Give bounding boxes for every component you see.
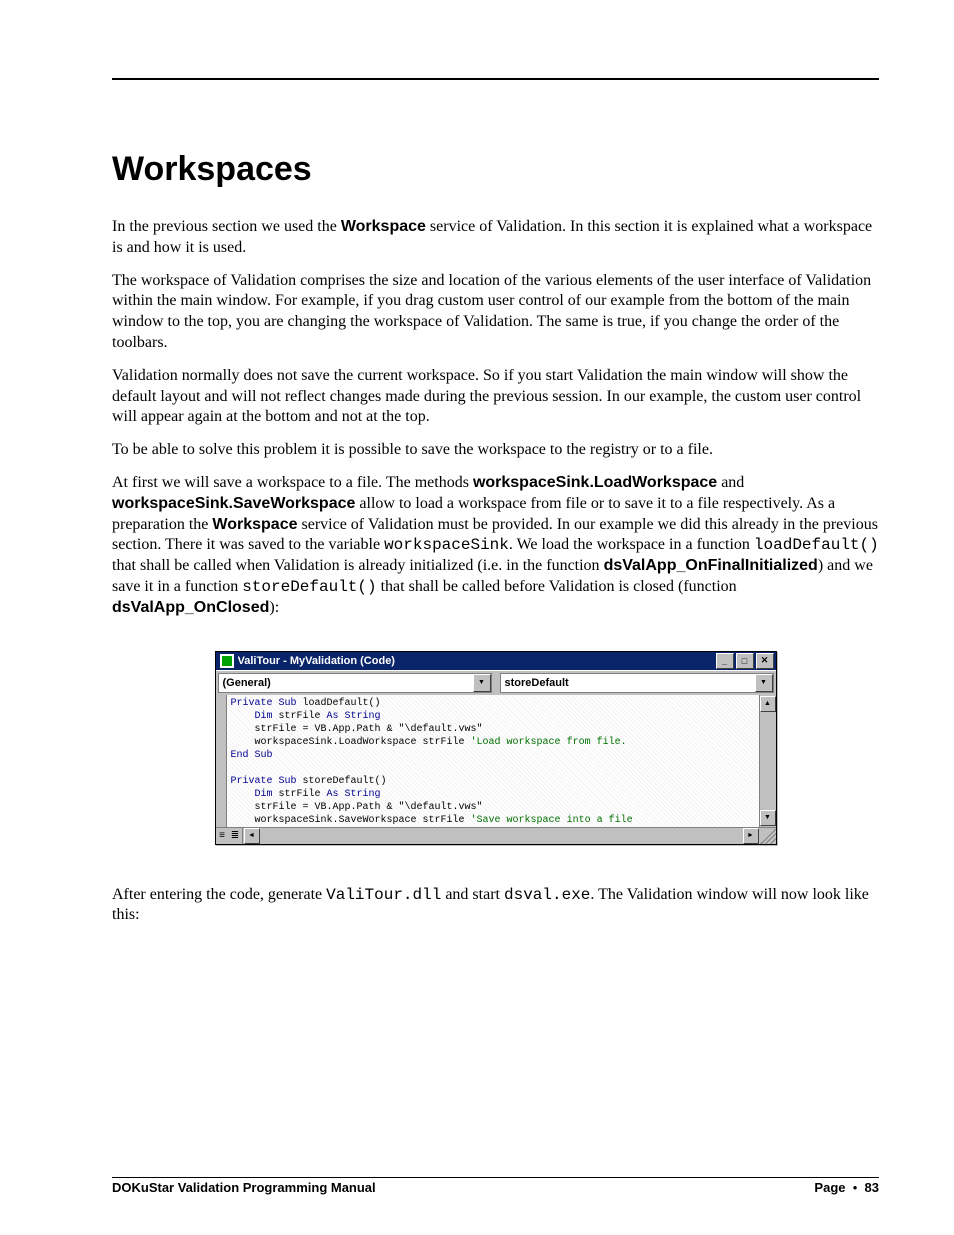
proc-view-icon[interactable]: ≡ xyxy=(216,828,229,844)
minimize-button[interactable]: _ xyxy=(716,653,734,669)
bold-term: workspaceSink.SaveWorkspace xyxy=(112,495,355,512)
resize-grip[interactable] xyxy=(760,828,776,844)
bold-term: Workspace xyxy=(341,218,426,235)
text: and start xyxy=(441,886,504,903)
page: Workspaces In the previous section we us… xyxy=(0,0,954,1235)
object-dropdown-text: (General) xyxy=(219,677,473,689)
text: After entering the code, generate xyxy=(112,886,326,903)
text: and xyxy=(717,474,744,491)
footer-right: Page • 83 xyxy=(814,1180,879,1195)
text: At first we will save a workspace to a f… xyxy=(112,474,473,491)
page-title: Workspaces xyxy=(112,150,879,189)
object-dropdown[interactable]: (General) ▼ xyxy=(218,673,492,693)
code-text: storeDefault() xyxy=(297,776,387,787)
keyword: Private Sub xyxy=(231,698,297,709)
bold-term: dsValApp_OnClosed xyxy=(112,599,269,616)
scroll-left-button[interactable]: ◄ xyxy=(244,828,260,844)
maximize-button[interactable]: □ xyxy=(736,653,754,669)
comment: 'Load workspace from file. xyxy=(471,737,627,748)
dropdown-row: (General) ▼ storeDefault ▼ xyxy=(216,670,776,695)
paragraph-1: In the previous section we used the Work… xyxy=(112,217,879,259)
scroll-down-button[interactable]: ▼ xyxy=(760,810,776,826)
horizontal-scrollbar[interactable]: ◄ ► xyxy=(243,828,760,844)
code-gutter xyxy=(216,695,227,827)
code-text: workspaceSink.LoadWorkspace strFile xyxy=(231,737,471,748)
paragraph-5: At first we will save a workspace to a f… xyxy=(112,473,879,619)
footer-row: DOKuStar Validation Programming Manual P… xyxy=(112,1178,879,1195)
bold-term: dsValApp_OnFinalInitialized xyxy=(604,557,818,574)
keyword: As String xyxy=(327,711,381,722)
text: that shall be called before Validation i… xyxy=(377,578,737,595)
code-term: ValiTour.dll xyxy=(326,886,441,904)
code-text: workspaceSink.SaveWorkspace strFile xyxy=(231,815,471,826)
procedure-dropdown[interactable]: storeDefault ▼ xyxy=(500,673,774,693)
procedure-dropdown-text: storeDefault xyxy=(501,677,755,689)
code-editor[interactable]: Private Sub loadDefault() Dim strFile As… xyxy=(227,695,759,827)
code-window: ValiTour - MyValidation (Code) _ □ ✕ (Ge… xyxy=(215,651,777,845)
app-icon xyxy=(220,654,234,668)
full-view-icon[interactable]: ≣ xyxy=(229,828,242,844)
text: ): xyxy=(269,599,279,616)
code-text: loadDefault() xyxy=(297,698,381,709)
text: that shall be called when Validation is … xyxy=(112,557,604,574)
keyword: Private Sub xyxy=(231,776,297,787)
window-title: ValiTour - MyValidation (Code) xyxy=(238,655,716,667)
code-term: storeDefault() xyxy=(242,578,376,596)
bold-term: workspaceSink.LoadWorkspace xyxy=(473,474,717,491)
window-controls: _ □ ✕ xyxy=(716,653,774,669)
code-text: strFile xyxy=(273,789,327,800)
code-text: strFile = VB.App.Path & "\default.vws" xyxy=(231,724,483,735)
keyword: End Sub xyxy=(231,750,273,761)
scroll-right-button[interactable]: ► xyxy=(743,828,759,844)
comment: 'Save workspace into a file xyxy=(471,815,633,826)
page-footer: DOKuStar Validation Programming Manual P… xyxy=(112,1177,879,1195)
bottom-bar: ≡ ≣ ◄ ► xyxy=(216,827,776,844)
blank-line xyxy=(231,763,237,774)
chevron-down-icon[interactable]: ▼ xyxy=(755,674,773,692)
footer-page-number: 83 xyxy=(865,1180,879,1195)
paragraph-4: To be able to solve this problem it is p… xyxy=(112,440,879,461)
chevron-down-icon[interactable]: ▼ xyxy=(473,674,491,692)
scroll-up-button[interactable]: ▲ xyxy=(760,696,776,712)
footer-page-label: Page xyxy=(814,1180,845,1195)
keyword: As String xyxy=(327,789,381,800)
view-mode-icons: ≡ ≣ xyxy=(216,828,243,844)
footer-left: DOKuStar Validation Programming Manual xyxy=(112,1180,376,1195)
keyword: Dim xyxy=(231,711,273,722)
code-window-wrap: ValiTour - MyValidation (Code) _ □ ✕ (Ge… xyxy=(112,651,879,845)
keyword: Dim xyxy=(231,789,273,800)
paragraph-2: The workspace of Validation comprises th… xyxy=(112,271,879,354)
paragraph-6: After entering the code, generate ValiTo… xyxy=(112,885,879,927)
vertical-scrollbar[interactable]: ▲ ▼ xyxy=(759,695,776,827)
code-term: dsval.exe xyxy=(504,886,590,904)
text: In the previous section we used the xyxy=(112,218,341,235)
close-button[interactable]: ✕ xyxy=(756,653,774,669)
code-text: strFile xyxy=(273,711,327,722)
footer-separator: • xyxy=(853,1180,858,1195)
code-term: loadDefault() xyxy=(754,536,879,554)
code-text: strFile = VB.App.Path & "\default.vws" xyxy=(231,802,483,813)
code-term: workspaceSink xyxy=(384,536,509,554)
code-body: Private Sub loadDefault() Dim strFile As… xyxy=(216,695,776,827)
text: . We load the workspace in a function xyxy=(509,536,754,553)
paragraph-3: Validation normally does not save the cu… xyxy=(112,366,879,428)
top-rule xyxy=(112,78,879,80)
bold-term: Workspace xyxy=(212,516,297,533)
window-titlebar[interactable]: ValiTour - MyValidation (Code) _ □ ✕ xyxy=(216,652,776,670)
